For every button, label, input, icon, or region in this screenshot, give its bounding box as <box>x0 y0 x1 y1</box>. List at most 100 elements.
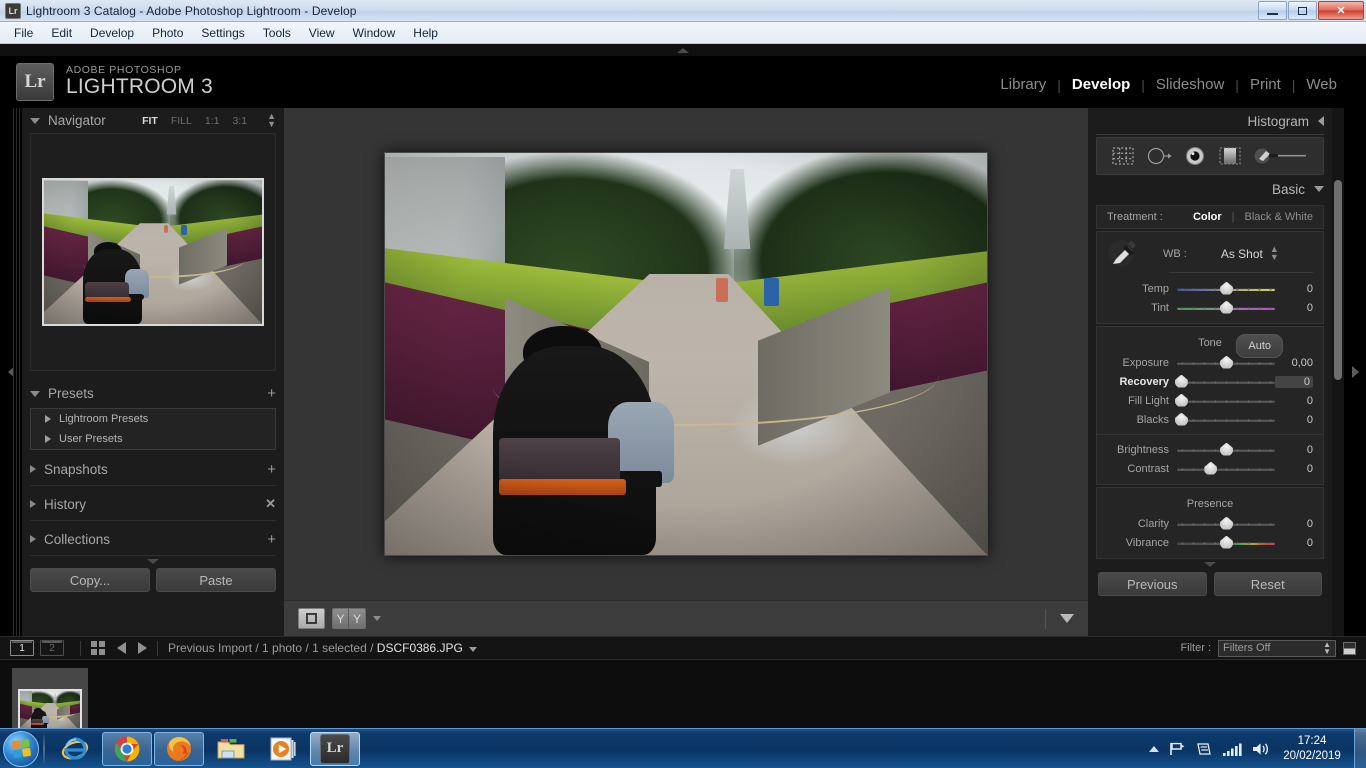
menu-help[interactable]: Help <box>405 24 446 42</box>
next-photo-icon[interactable] <box>138 642 147 654</box>
collections-disclosure-icon[interactable] <box>30 535 36 543</box>
zoom-1-1[interactable]: 1:1 <box>205 115 220 127</box>
slider-value[interactable]: 0 <box>1275 444 1313 456</box>
loupe-view-icon[interactable] <box>298 608 325 629</box>
add-collection-icon[interactable]: + <box>267 532 276 547</box>
grid-view-icon[interactable] <box>91 641 105 655</box>
before-after-dropdown-icon[interactable] <box>373 616 381 621</box>
add-preset-icon[interactable]: + <box>267 386 276 401</box>
start-orb-icon[interactable] <box>3 730 39 767</box>
left-panel-grip[interactable] <box>30 556 276 566</box>
crop-overlay-icon[interactable] <box>1110 145 1136 167</box>
copy-button[interactable]: Copy... <box>30 568 150 592</box>
slider-track[interactable] <box>1177 281 1275 296</box>
breadcrumb-filename[interactable]: DSCF0386.JPG <box>377 641 463 655</box>
slider-handle[interactable] <box>1220 442 1233 456</box>
add-snapshot-icon[interactable]: + <box>267 462 276 477</box>
filter-select[interactable]: Filters Off ▲ ▼ <box>1218 639 1336 657</box>
snapshots-disclosure-icon[interactable] <box>30 465 36 473</box>
slider-handle[interactable] <box>1220 516 1233 530</box>
close-button[interactable]: ✕ <box>1318 1 1364 20</box>
slider-temp[interactable]: Temp 0 <box>1107 279 1313 298</box>
slider-value[interactable]: 0 <box>1275 518 1313 530</box>
slider-value[interactable]: 0,00 <box>1275 357 1313 369</box>
volume-icon[interactable] <box>1251 741 1271 757</box>
graduated-filter-icon[interactable] <box>1217 145 1243 167</box>
show-desktop-button[interactable] <box>1354 728 1366 768</box>
network-icon[interactable] <box>1195 741 1213 757</box>
main-photo[interactable] <box>384 152 988 556</box>
treatment-bw-option[interactable]: Black & White <box>1245 211 1313 223</box>
slider-track[interactable] <box>1177 442 1275 457</box>
internet-explorer-icon[interactable] <box>50 732 100 766</box>
filter-stepper-icon[interactable]: ▲ ▼ <box>1323 640 1331 655</box>
preset-group-user[interactable]: User Presets <box>31 429 275 449</box>
slider-recovery[interactable]: Recovery 0 <box>1107 372 1313 391</box>
slider-handle[interactable] <box>1174 374 1188 388</box>
windows-media-player-icon[interactable] <box>258 732 308 766</box>
slider-value[interactable]: 0 <box>1275 283 1313 295</box>
clear-history-icon[interactable]: ✕ <box>265 496 276 512</box>
slider-handle[interactable] <box>1220 355 1233 369</box>
zoom-fill[interactable]: FILL <box>171 115 192 127</box>
google-chrome-icon[interactable] <box>102 731 152 766</box>
secondary-window-button[interactable]: 2 <box>40 640 64 656</box>
windows-explorer-icon[interactable] <box>206 732 256 766</box>
action-center-flag-icon[interactable] <box>1168 741 1186 757</box>
breadcrumb-dropdown-icon[interactable] <box>468 647 477 652</box>
before-after-icon[interactable]: Y Y <box>332 608 366 629</box>
module-print[interactable]: Print <box>1239 76 1292 93</box>
slider-contrast[interactable]: Contrast 0 <box>1107 459 1313 478</box>
slider-fill-light[interactable]: Fill Light 0 <box>1107 391 1313 410</box>
loupe-view[interactable] <box>284 108 1088 600</box>
slider-value[interactable]: 0 <box>1275 395 1313 407</box>
history-header[interactable]: History ✕ <box>30 491 276 517</box>
slider-track[interactable] <box>1177 461 1275 476</box>
mozilla-firefox-icon[interactable] <box>154 731 204 766</box>
right-panel-grip[interactable] <box>1096 559 1324 569</box>
slider-track[interactable] <box>1174 374 1275 389</box>
slider-track[interactable] <box>1177 300 1275 315</box>
top-panel-grip[interactable] <box>0 44 1366 56</box>
presets-disclosure-icon[interactable] <box>30 390 40 397</box>
slider-value[interactable]: 0 <box>1275 537 1313 549</box>
lightroom-logo-icon[interactable]: Lr <box>16 63 54 101</box>
zoom-3-1[interactable]: 3:1 <box>232 115 247 127</box>
navigator-header[interactable]: Navigator FIT FILL 1:1 3:1 ▲ ▼ <box>30 108 276 133</box>
slider-tint[interactable]: Tint 0 <box>1107 298 1313 317</box>
minimize-button[interactable] <box>1258 1 1287 20</box>
filter-toggle-icon[interactable] <box>1343 641 1356 655</box>
history-disclosure-icon[interactable] <box>30 500 36 508</box>
module-web[interactable]: Web <box>1295 76 1348 93</box>
module-slideshow[interactable]: Slideshow <box>1145 76 1235 93</box>
previous-photo-icon[interactable] <box>117 642 126 654</box>
module-develop[interactable]: Develop <box>1061 76 1141 93</box>
slider-brightness[interactable]: Brightness 0 <box>1107 440 1313 459</box>
presets-header[interactable]: Presets + <box>30 381 276 406</box>
menu-window[interactable]: Window <box>345 24 404 42</box>
red-eye-correction-icon[interactable] <box>1183 145 1207 167</box>
slider-exposure[interactable]: Exposure 0,00 <box>1107 353 1313 372</box>
menu-tools[interactable]: Tools <box>255 24 299 42</box>
main-window-button[interactable]: 1 <box>10 640 34 656</box>
wb-value[interactable]: As Shot <box>1221 247 1263 261</box>
module-library[interactable]: Library <box>989 76 1057 93</box>
slider-clarity[interactable]: Clarity 0 <box>1107 514 1313 533</box>
slider-handle[interactable] <box>1174 412 1188 426</box>
slider-value[interactable]: 0 <box>1275 375 1313 388</box>
scrollbar-thumb[interactable] <box>1334 180 1342 380</box>
menu-file[interactable]: File <box>6 24 41 42</box>
white-balance-selector-icon[interactable] <box>1107 239 1141 269</box>
slider-handle[interactable] <box>1174 393 1188 407</box>
menu-develop[interactable]: Develop <box>82 24 142 42</box>
slider-value[interactable]: 0 <box>1275 463 1313 475</box>
right-panel-scrollbar[interactable] <box>1332 108 1344 636</box>
slider-track[interactable] <box>1174 393 1275 408</box>
menu-edit[interactable]: Edit <box>43 24 80 42</box>
navigator-disclosure-icon[interactable] <box>30 117 40 124</box>
slider-value[interactable]: 0 <box>1275 302 1313 314</box>
slider-track[interactable] <box>1174 412 1275 427</box>
right-panel-collapse-handle[interactable] <box>1344 108 1366 636</box>
collections-header[interactable]: Collections + <box>30 526 276 552</box>
spot-removal-icon[interactable] <box>1145 145 1173 167</box>
